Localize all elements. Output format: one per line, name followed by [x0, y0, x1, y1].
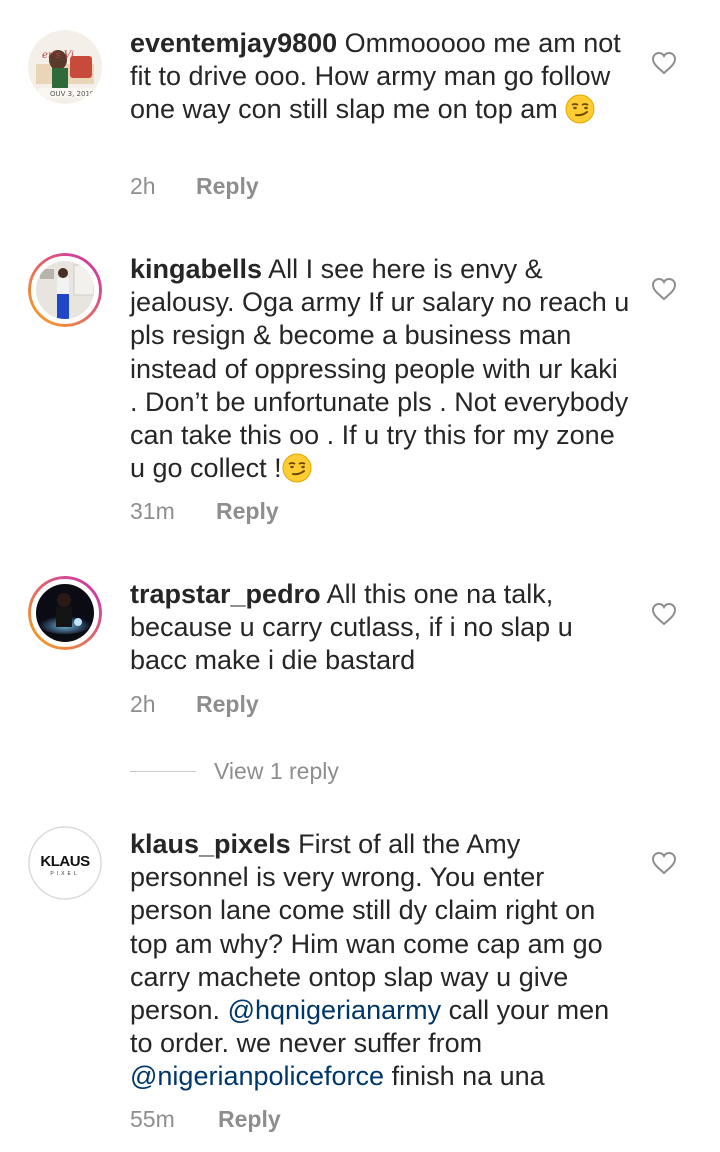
heart-outline-icon[interactable]: [651, 277, 677, 301]
comment-timestamp: 2h: [130, 691, 156, 717]
comment-meta: 31m Reply: [130, 498, 279, 525]
comment-meta: 55m Reply: [130, 1106, 281, 1133]
comment-timestamp: 55m: [130, 1106, 175, 1132]
comment-timestamp: 31m: [130, 498, 175, 524]
svg-text:OUV 3, 2019: OUV 3, 2019: [50, 90, 94, 98]
avatar-logo-text: KLAUS: [40, 853, 90, 870]
view-replies-label[interactable]: View 1 reply: [214, 758, 339, 785]
comment-username[interactable]: trapstar_pedro: [130, 579, 321, 609]
heart-outline-icon[interactable]: [651, 51, 677, 75]
reply-button[interactable]: Reply: [196, 691, 259, 718]
comment-text: finish na una: [391, 1061, 545, 1092]
mention-link[interactable]: @hqnigerianarmy: [228, 995, 442, 1025]
replies-divider: [130, 770, 196, 773]
comment-body: eventemjay9800 Ommooooo me am not fit to…: [130, 27, 630, 127]
smirk-emoji-icon: [282, 453, 312, 483]
comment-text: All I see here is envy & jealousy. Oga a…: [130, 254, 630, 484]
reply-button[interactable]: Reply: [218, 1106, 281, 1133]
avatar[interactable]: [28, 576, 102, 650]
reply-button[interactable]: Reply: [196, 173, 259, 200]
comment-meta: 2h Reply: [130, 691, 259, 718]
comment-username[interactable]: klaus_pixels: [130, 829, 291, 859]
comment-meta: 2h Reply: [130, 173, 259, 200]
comment-username[interactable]: eventemjay9800: [130, 28, 337, 58]
svg-text:er's Vi: er's Vi: [42, 50, 74, 61]
avatar[interactable]: KLAUS PIXEL: [28, 826, 102, 900]
comment-body: trapstar_pedro All this one na talk, bec…: [130, 578, 630, 678]
mention-link[interactable]: @nigerianpoliceforce: [130, 1061, 384, 1091]
heart-outline-icon[interactable]: [651, 602, 677, 626]
reply-button[interactable]: Reply: [216, 498, 279, 525]
avatar[interactable]: er's Vi OUV 3, 2019: [28, 30, 102, 104]
comment-body: kingabells All I see here is envy & jeal…: [130, 253, 630, 485]
heart-outline-icon[interactable]: [651, 851, 677, 875]
comment-body: klaus_pixels First of all the Amy person…: [130, 828, 630, 1094]
view-replies-button[interactable]: View 1 reply: [130, 758, 339, 785]
avatar[interactable]: [28, 253, 102, 327]
avatar-logo-subtext: PIXEL: [50, 871, 79, 877]
smirk-emoji-icon: [565, 94, 595, 124]
comment-username[interactable]: kingabells: [130, 254, 262, 284]
comment-timestamp: 2h: [130, 173, 156, 199]
